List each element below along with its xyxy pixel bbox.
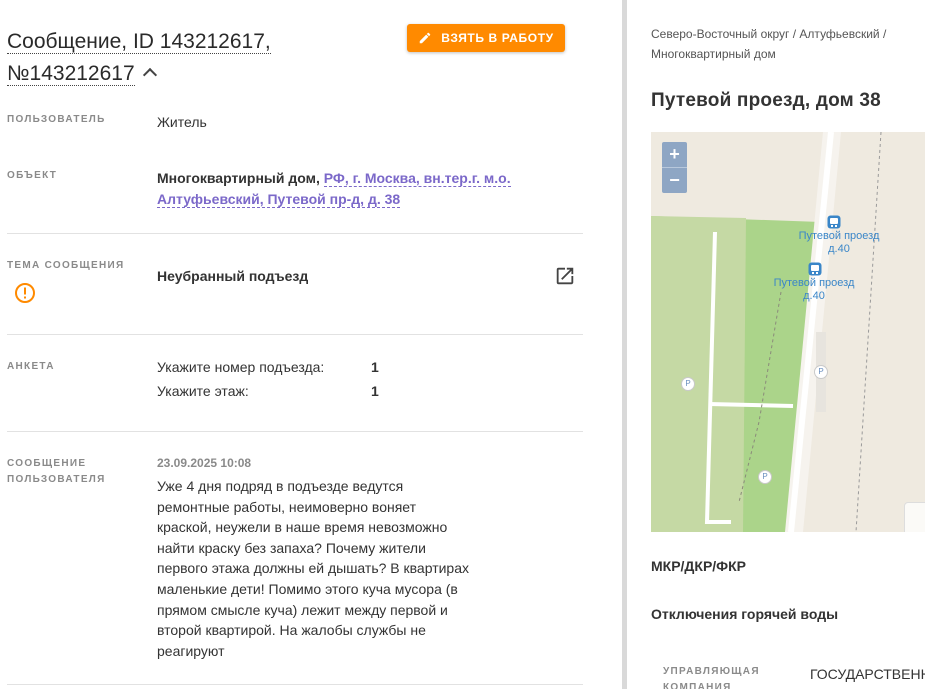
mkr-section-title[interactable]: МКР/ДКР/ФКР <box>651 558 746 574</box>
chevron-up-icon[interactable] <box>142 67 157 83</box>
bus-stop-icon[interactable] <box>808 262 822 276</box>
survey-answer: 1 <box>371 359 379 375</box>
parking-icon[interactable]: P <box>681 377 695 391</box>
object-side-panel: Северо-Восточный округ / Алтуфьевский / … <box>627 0 925 689</box>
open-external-icon[interactable] <box>554 265 576 287</box>
survey-answer: 1 <box>371 383 379 399</box>
map-zoom-control: + − <box>662 142 687 193</box>
survey-question: Укажите этаж: <box>157 383 249 399</box>
survey-question: Укажите номер подъезда: <box>157 359 325 375</box>
map[interactable]: + − Путевой проезд д.40 Путевой проезд д… <box>651 132 925 532</box>
survey-row: Укажите этаж: 1 <box>157 381 379 401</box>
divider <box>7 334 583 335</box>
message-title[interactable]: Сообщение, ID 143212617, №143212617 <box>7 26 287 90</box>
zoom-in-button[interactable]: + <box>662 142 687 167</box>
divider <box>7 431 583 432</box>
zoom-out-button[interactable]: − <box>662 167 687 193</box>
divider <box>7 233 583 234</box>
management-company-value: ГОСУДАРСТВЕННОЕ <box>810 666 925 682</box>
take-to-work-button[interactable]: ВЗЯТЬ В РАБОТУ <box>407 24 565 52</box>
object-value: Многоквартирный дом, РФ, г. Москва, вн.т… <box>157 168 517 210</box>
survey-row: Укажите номер подъезда: 1 <box>157 357 379 377</box>
take-to-work-label: ВЗЯТЬ В РАБОТУ <box>441 31 554 45</box>
survey-label: АНКЕТА <box>7 361 55 372</box>
parking-icon[interactable]: P <box>814 365 828 379</box>
breadcrumb: Северо-Восточный округ / Алтуфьевский / … <box>651 27 887 61</box>
divider <box>7 684 583 685</box>
message-panel: Сообщение, ID 143212617, №143212617 ВЗЯТ… <box>0 0 622 689</box>
bus-stop-label: Путевой проезд д.40 <box>798 230 880 255</box>
map-canvas <box>651 132 925 532</box>
object-label: ОБЪЕКТ <box>7 170 58 181</box>
bus-stop-label: Путевой проезд д.40 <box>773 277 855 302</box>
user-value: Житель <box>157 114 207 130</box>
hot-water-section-title[interactable]: Отключения горячей воды <box>651 606 838 622</box>
warning-icon <box>15 283 35 303</box>
message-title-text[interactable]: Сообщение, ID 143212617, №143212617 <box>7 30 271 86</box>
management-company-label: УПРАВЛЯЮЩАЯ КОМПАНИЯ <box>663 666 760 689</box>
user-message-label: СООБЩЕНИЕ ПОЛЬЗОВАТЕЛЯ <box>7 458 106 485</box>
message-text: Уже 4 дня подряд в подъезде ведутся ремо… <box>157 478 469 659</box>
address-title: Путевой проезд, дом 38 <box>651 90 881 111</box>
object-type: Многоквартирный дом, <box>157 170 320 186</box>
message-date: 23.09.2025 10:08 <box>157 456 252 470</box>
map-corner-control[interactable] <box>904 502 925 532</box>
topic-label: ТЕМА СООБЩЕНИЯ <box>7 260 125 271</box>
topic-value: Неубранный подъезд <box>157 268 309 284</box>
bus-stop-icon[interactable] <box>827 215 841 229</box>
parking-icon[interactable]: P <box>758 470 772 484</box>
user-label: ПОЛЬЗОВАТЕЛЬ <box>7 114 106 125</box>
pencil-icon <box>420 32 431 44</box>
